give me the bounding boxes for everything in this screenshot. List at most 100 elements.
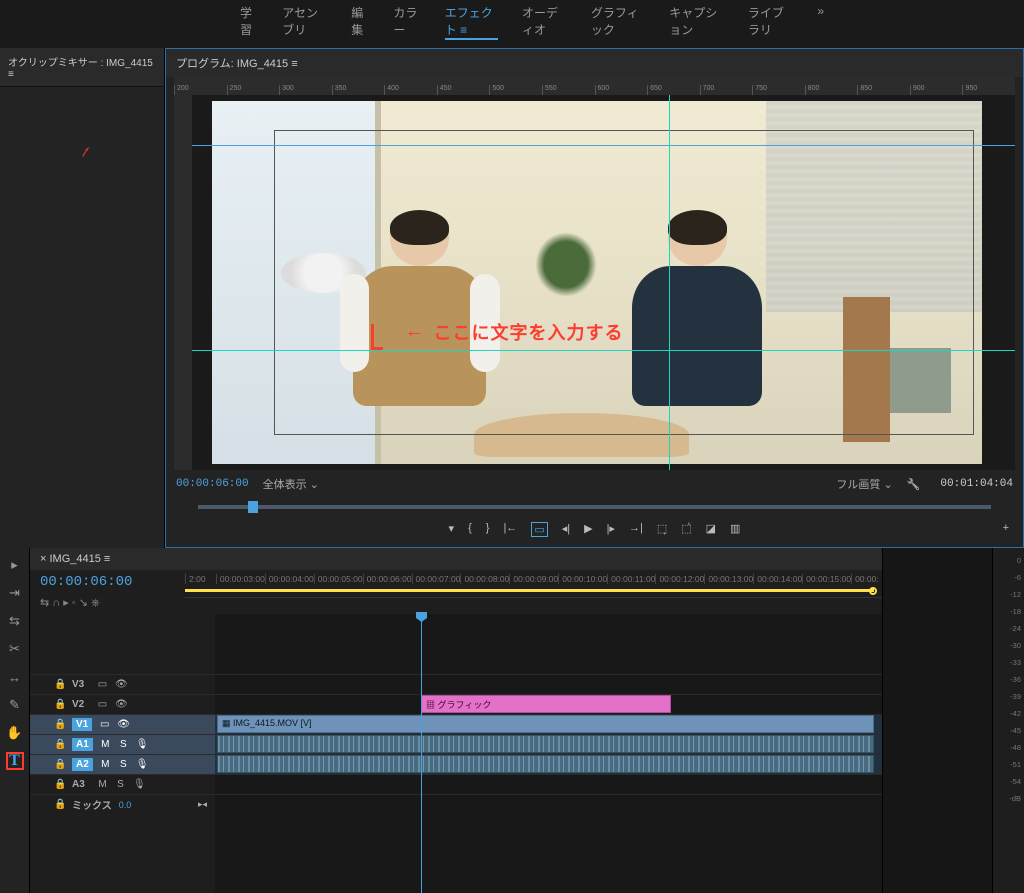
play-icon[interactable]: ▶: [584, 522, 592, 537]
track-header-a2[interactable]: 🔒A2MS🎙: [30, 754, 215, 774]
solo-icon[interactable]: S: [118, 759, 129, 770]
slip-tool-icon[interactable]: ↔: [6, 668, 24, 686]
settings-wrench-icon[interactable]: [907, 478, 921, 491]
audio-master-meter: 0-6-12-18-24-30-33-36-39-42-45-48-51-54-…: [992, 548, 1024, 893]
fit-dropdown[interactable]: 全体表示 ⌄: [263, 476, 319, 492]
transport-controls: ▾ { } |← ▭ ◂| ▶ |▸ →| ⬚̩ ⬚̍ ◪ ▥ +: [166, 516, 1023, 547]
track-header-mix[interactable]: 🔒ミックス0.0▸◂: [30, 794, 215, 814]
track-header-a1[interactable]: 🔒A1MS🎙: [30, 734, 215, 754]
goto-out-icon[interactable]: →|: [629, 522, 643, 537]
tracks-content[interactable]: ▦ グラフィック ▦ IMG_4415.MOV [V]: [215, 614, 882, 893]
work-area-bar[interactable]: [185, 589, 874, 592]
eye-icon[interactable]: 👁: [115, 679, 126, 690]
clip-audio-a1[interactable]: [217, 735, 874, 753]
ripple-tool-icon[interactable]: ⇆: [6, 612, 24, 630]
current-timecode[interactable]: 00:00:06:00: [176, 478, 249, 490]
hand-tool-icon[interactable]: ✋: [6, 724, 24, 742]
in-bracket-icon[interactable]: {: [468, 522, 472, 537]
solo-icon[interactable]: S: [115, 779, 126, 790]
razor-tool-icon[interactable]: ✂: [6, 640, 24, 658]
clip-audio-a2[interactable]: [217, 755, 874, 773]
timeline-snap-icons[interactable]: ⇆ ∩ ▸ ◦ ↘ ⎈: [40, 596, 185, 610]
out-bracket-icon[interactable]: }: [486, 522, 490, 537]
horizontal-ruler: 2002503003504004505005506006507007508008…: [174, 77, 1015, 95]
clip-graphic[interactable]: ▦ グラフィック: [421, 695, 671, 713]
time-ruler[interactable]: 2:0000:00:03:0000:00:04:0000:00:05:0000:…: [185, 574, 882, 598]
workspace-tabs: 学習 アセンブリ 編集 カラー エフェクト ≡ オーディオ グラフィック キャプ…: [0, 0, 1024, 48]
scrub-playhead[interactable]: [248, 501, 258, 513]
marker-icon[interactable]: ▾: [449, 522, 455, 537]
effect-marker-icon: ƒ: [83, 145, 91, 153]
right-gutter: [882, 548, 992, 893]
extract-icon[interactable]: ⬚̍: [681, 522, 691, 537]
eye-icon[interactable]: 👁: [115, 699, 126, 710]
toggle-output-icon[interactable]: ▭: [99, 719, 110, 730]
tab-library[interactable]: ライブラリ: [748, 4, 793, 40]
guide-horizontal-top[interactable]: [192, 145, 1015, 146]
program-header: プログラム: IMG_4415 ≡: [166, 49, 1023, 77]
step-back-icon[interactable]: ◂|: [562, 522, 570, 537]
tab-graphics[interactable]: グラフィック: [591, 4, 645, 40]
work-area-end-icon[interactable]: [869, 587, 877, 595]
sequence-tab[interactable]: × IMG_4415 ≡: [30, 548, 882, 570]
lift-icon[interactable]: ⬚̩: [657, 522, 667, 537]
lock-icon[interactable]: 🔒: [54, 719, 65, 730]
tab-effects[interactable]: エフェクト ≡: [445, 4, 498, 40]
quality-dropdown[interactable]: フル画質 ⌄: [836, 476, 892, 492]
vertical-ruler: [174, 95, 192, 470]
export-frame-icon[interactable]: ◪: [706, 522, 716, 537]
track-header-v3[interactable]: 🔒V3▭👁: [30, 674, 215, 694]
type-tool-icon[interactable]: T: [6, 752, 24, 770]
program-clip-name: IMG_4415 ≡: [237, 58, 298, 70]
mute-icon[interactable]: M: [100, 739, 111, 750]
tab-editing[interactable]: 編集: [351, 4, 369, 40]
toggle-output-icon[interactable]: ▭: [97, 699, 108, 710]
lock-icon[interactable]: 🔒: [54, 739, 65, 750]
timeline-playhead[interactable]: [421, 614, 422, 893]
tab-captions[interactable]: キャプション: [669, 4, 724, 40]
tabs-overflow[interactable]: »: [817, 4, 824, 40]
voice-record-icon[interactable]: 🎙: [136, 739, 147, 750]
goto-in-icon[interactable]: |←: [503, 522, 517, 537]
voice-record-icon[interactable]: 🎙: [136, 759, 147, 770]
selection-tool-icon[interactable]: ▸: [6, 556, 24, 574]
mix-value[interactable]: 0.0: [119, 800, 132, 810]
eye-icon[interactable]: 👁: [117, 719, 128, 730]
mixer-tab[interactable]: オクリップミキサー : IMG_4415 ≡: [0, 48, 164, 87]
mute-icon[interactable]: M: [97, 779, 108, 790]
tab-assembly[interactable]: アセンブリ: [282, 4, 327, 40]
frame-toggle-icon[interactable]: ▭: [531, 522, 547, 537]
voice-record-icon[interactable]: 🎙: [133, 779, 144, 790]
lock-icon[interactable]: 🔒: [54, 679, 65, 690]
lock-icon[interactable]: 🔒: [54, 699, 65, 710]
lock-icon[interactable]: 🔒: [54, 759, 65, 770]
add-button-icon[interactable]: +: [1003, 522, 1009, 534]
toggle-output-icon[interactable]: ▭: [97, 679, 108, 690]
track-header-a3[interactable]: 🔒A3MS🎙: [30, 774, 215, 794]
track-headers: 🔒V3▭👁 🔒V2▭👁 🔒V1▭👁 🔒A1MS🎙 🔒A2MS🎙 🔒A3MS🎙 🔒…: [30, 614, 215, 893]
lock-icon[interactable]: 🔒: [54, 799, 65, 810]
tab-color[interactable]: カラー: [393, 4, 420, 40]
program-viewer[interactable]: 2002503003504004505005506006507007508008…: [174, 77, 1015, 470]
keyframe-icon[interactable]: ▸◂: [198, 799, 207, 810]
pen-tool-icon[interactable]: ✎: [6, 696, 24, 714]
compare-icon[interactable]: ▥: [730, 522, 740, 537]
tab-learning[interactable]: 学習: [240, 4, 258, 40]
timeline-timecode[interactable]: 00:00:06:00: [40, 574, 185, 590]
solo-icon[interactable]: S: [118, 739, 129, 750]
clip-video-v1[interactable]: ▦ IMG_4415.MOV [V]: [217, 715, 874, 733]
guide-vertical[interactable]: [669, 95, 670, 470]
tab-audio[interactable]: オーディオ: [522, 4, 567, 40]
step-forward-icon[interactable]: |▸: [607, 522, 615, 537]
text-cursor-icon[interactable]: [371, 324, 383, 349]
video-frame: ← ここに文字を入力する: [212, 101, 982, 464]
guide-horizontal[interactable]: [192, 350, 1015, 351]
track-header-v1[interactable]: 🔒V1▭👁: [30, 714, 215, 734]
track-header-v2[interactable]: 🔒V2▭👁: [30, 694, 215, 714]
lock-icon[interactable]: 🔒: [54, 779, 65, 790]
mute-icon[interactable]: M: [100, 759, 111, 770]
canvas[interactable]: ← ここに文字を入力する: [192, 95, 1015, 470]
program-scrubber[interactable]: [176, 498, 1013, 516]
safe-margin-guide: [274, 130, 975, 435]
track-select-tool-icon[interactable]: ⇥: [6, 584, 24, 602]
